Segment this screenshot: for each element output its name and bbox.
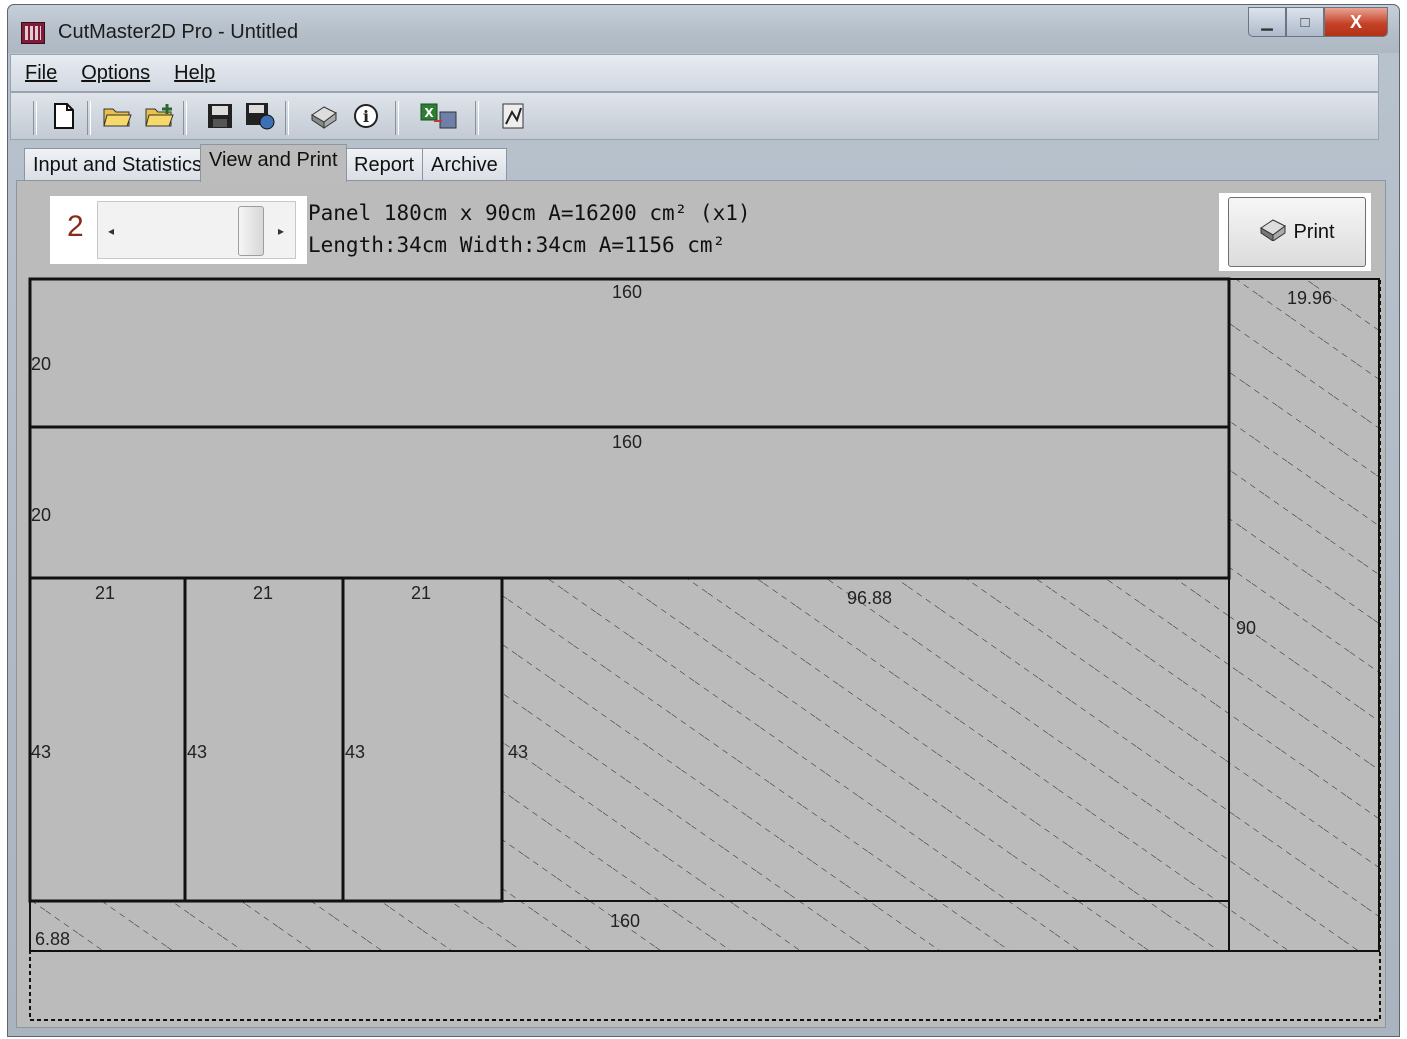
piece2-height-label: 43 [187,742,208,762]
waste-right [1228,278,1380,952]
piece-col-1[interactable] [28,576,187,903]
piece1-height-label: 43 [31,742,52,762]
piece1-width-label: 21 [95,583,116,603]
row1-width-label: 160 [612,282,643,302]
row2-width-label: 160 [612,432,643,452]
waste-mid-height-label: 43 [508,742,529,762]
piece3-width-label: 21 [411,583,432,603]
waste-mid [501,577,1230,902]
waste-right-width-label: 19.96 [1287,288,1333,308]
waste-right-height-label: 90 [1236,618,1257,638]
piece-col-3[interactable] [341,576,504,903]
row1-height-label: 20 [31,354,52,374]
piece-col-2[interactable] [183,576,345,903]
waste-bottom-width-label: 160 [610,911,641,931]
waste-mid-width-label: 96.88 [847,588,893,608]
piece2-width-label: 21 [253,583,274,603]
tab-view-print[interactable]: View and Print [200,144,347,182]
row2-height-label: 20 [31,505,52,525]
piece3-height-label: 43 [345,742,366,762]
waste-bottom-height-label: 6.88 [35,929,71,949]
